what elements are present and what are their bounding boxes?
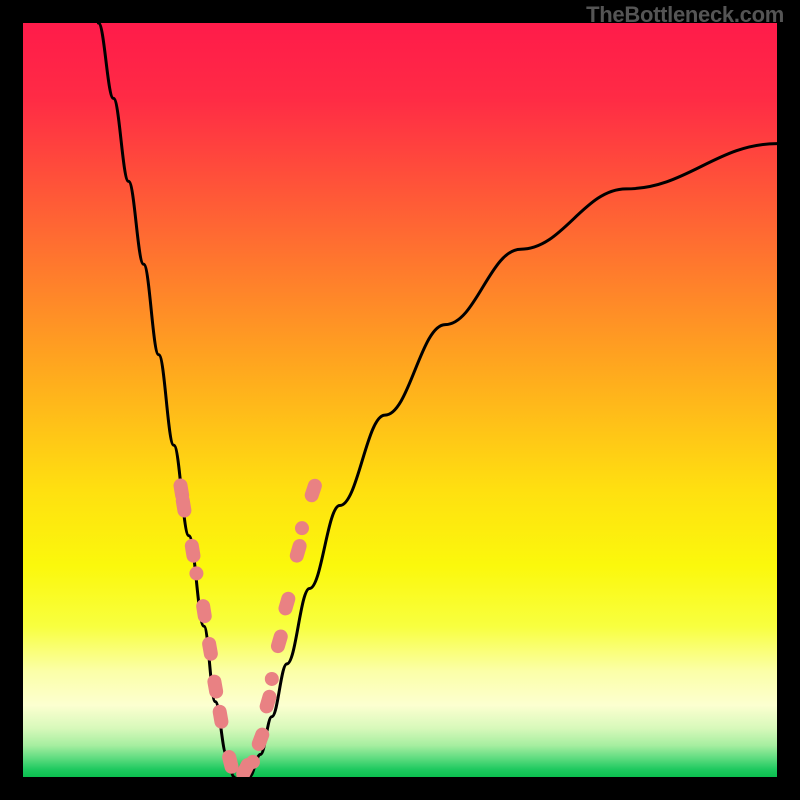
- marker-pill: [195, 598, 213, 624]
- marker-pill: [212, 704, 230, 730]
- curve-right-curve: [249, 144, 777, 777]
- marker-dot: [295, 521, 309, 535]
- marker-pill: [303, 477, 324, 504]
- marker-dot: [265, 672, 279, 686]
- watermark-text: TheBottleneck.com: [586, 2, 784, 28]
- marker-pill: [277, 590, 297, 617]
- curve-paths: [98, 23, 777, 777]
- marker-pill: [201, 636, 219, 662]
- marker-pill: [184, 538, 202, 564]
- marker-pill: [269, 628, 289, 655]
- plot-area: [23, 23, 777, 777]
- curve-left-curve: [98, 23, 234, 777]
- marker-dot: [246, 755, 260, 769]
- marker-dot: [189, 566, 203, 580]
- marker-pill: [206, 673, 224, 699]
- marker-pill: [175, 493, 193, 519]
- marker-group: [172, 477, 323, 777]
- curves-layer: [23, 23, 777, 777]
- marker-pill: [288, 537, 308, 564]
- chart-root: TheBottleneck.com: [0, 0, 800, 800]
